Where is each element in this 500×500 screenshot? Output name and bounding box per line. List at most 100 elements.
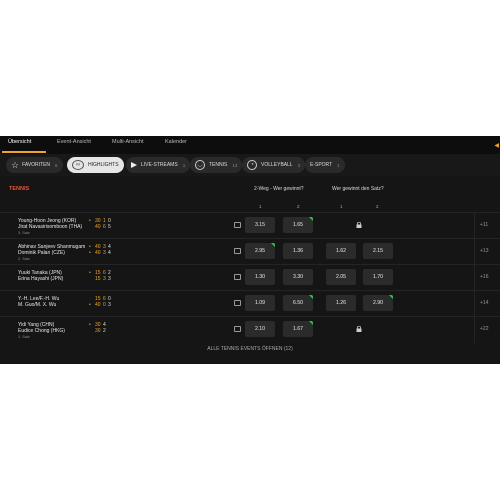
filter-count: 1	[337, 162, 340, 168]
match-row[interactable]: Young-Hoon Jeong (KOR) Jirat Navasirisom…	[0, 212, 500, 239]
statistics-icon[interactable]	[234, 326, 241, 332]
top-tab-bar: Übersicht Event-Ansicht Multi-Ansicht Ka…	[0, 136, 500, 154]
betting-app: Übersicht Event-Ansicht Multi-Ansicht Ka…	[0, 136, 500, 364]
odds-button[interactable]: 3.30	[283, 269, 313, 285]
filter-count: 6	[55, 162, 58, 168]
odds-button[interactable]: 1.36	[283, 243, 313, 259]
lock-icon	[356, 222, 362, 228]
statistics-icon[interactable]	[234, 300, 241, 306]
highlights-icon: ∞	[72, 160, 84, 170]
odds-button[interactable]: 1.30	[245, 269, 275, 285]
game-score: 4	[108, 250, 111, 256]
star-icon: ☆	[11, 159, 20, 170]
more-markets-link[interactable]: +14	[480, 300, 488, 306]
odds-up-icon	[309, 321, 313, 325]
filter-esport[interactable]: E-SPORT 1	[305, 157, 345, 173]
odds-up-icon	[389, 295, 393, 299]
player-2-name: Dominik Palan (CZE)	[18, 250, 65, 256]
match-row[interactable]: Yuuki Tanaka (JPN) Erina Hayashi (JPN) •…	[0, 264, 500, 291]
set-status: 3. Satz	[18, 231, 30, 235]
odds-button[interactable]: 1.65	[283, 217, 313, 233]
serve-indicator: •	[89, 250, 91, 256]
statistics-icon[interactable]	[234, 222, 241, 228]
filter-live-streams[interactable]: LIVE-STREAMS 1	[126, 157, 191, 173]
more-markets-link[interactable]: +13	[480, 248, 488, 254]
divider	[474, 239, 475, 265]
odds-button[interactable]: 2.10	[245, 321, 275, 337]
odds-button[interactable]: 3.15	[245, 217, 275, 233]
market-title-match: 2-Weg - Wer gewinnt?	[254, 186, 304, 192]
match-row[interactable]: Abhinav Sanjeev Shanmugam Dominik Palan …	[0, 238, 500, 265]
player-2-name: M. Guo/M. X. Wu	[18, 302, 57, 308]
set-score: 3	[103, 250, 106, 256]
game-score: 5	[108, 224, 111, 230]
serve-indicator: •	[89, 302, 91, 308]
filter-volleyball[interactable]: ◔ VOLLEYBALL 3	[242, 157, 306, 173]
filter-label: HIGHLIGHTS	[88, 162, 119, 168]
game-score: 3	[108, 302, 111, 308]
filter-label: VOLLEYBALL	[261, 162, 293, 168]
odds-button[interactable]: 2.15	[363, 243, 393, 259]
more-markets-link[interactable]: +11	[480, 222, 488, 228]
col-label: 1	[340, 204, 343, 209]
odds-up-icon	[271, 243, 275, 247]
filter-tennis[interactable]: ◡ TENNIS 13	[190, 157, 243, 173]
tab-calendar[interactable]: Kalender	[165, 139, 187, 145]
set-status: 1. Satz	[18, 335, 30, 339]
open-all-tennis-events-link[interactable]: ALLE TENNIS EVENTS ÖFFNEN (12)	[0, 346, 500, 352]
points-score: 30	[95, 328, 101, 334]
match-row[interactable]: Yidi Yang (CHN) Eudice Chong (HKG) 1. Sa…	[0, 316, 500, 343]
volleyball-icon: ◔	[247, 160, 257, 170]
col-label: 2	[376, 204, 379, 209]
points-score: 40	[95, 250, 101, 256]
serve-indicator: •	[89, 270, 91, 276]
odds-button[interactable]: 2.05	[326, 269, 356, 285]
player-2-name: Eudice Chong (HKG)	[18, 328, 65, 334]
odds-button[interactable]: 1.67	[283, 321, 313, 337]
set-score: 3	[103, 276, 106, 282]
filter-highlights[interactable]: ∞ HIGHLIGHTS	[67, 157, 124, 173]
odds-up-icon	[309, 295, 313, 299]
odds-button[interactable]: 1.26	[326, 295, 356, 311]
serve-indicator: •	[89, 322, 91, 328]
col-label: 1	[259, 204, 262, 209]
filter-label: TENNIS	[209, 162, 228, 168]
divider	[474, 317, 475, 343]
statistics-icon[interactable]	[234, 274, 241, 280]
filter-favorites[interactable]: ☆ FAVORITEN 6	[6, 157, 63, 173]
odds-button[interactable]: 1.09	[245, 295, 275, 311]
serve-indicator: •	[89, 218, 91, 224]
filter-count: 1	[182, 162, 186, 168]
col-label: 2	[297, 204, 300, 209]
odds-button[interactable]: 2.90	[363, 295, 393, 311]
sport-title: TENNIS	[9, 186, 30, 192]
player-2-name: Jirat Navasirisomboon (THA)	[18, 224, 83, 230]
filter-label: LIVE-STREAMS	[141, 162, 178, 168]
tab-event-view[interactable]: Event-Ansicht	[57, 139, 91, 145]
set-status: 2. Satz	[18, 257, 30, 261]
match-row[interactable]: Y.-H. Lee/F.-H. Wu M. Guo/M. X. Wu • 15 …	[0, 290, 500, 317]
more-markets-link[interactable]: +22	[480, 326, 488, 332]
lock-icon	[356, 326, 362, 332]
filter-label: E-SPORT	[310, 162, 333, 168]
set-score: 6	[103, 224, 106, 230]
points-score: 40	[95, 224, 101, 230]
tab-multi-view[interactable]: Multi-Ansicht	[112, 139, 143, 145]
tab-overview[interactable]: Übersicht	[8, 139, 31, 145]
game-score: 3	[108, 276, 111, 282]
filter-count: 3	[297, 162, 301, 168]
market-title-set: Wer gewinnt den Satz?	[332, 186, 384, 192]
statistics-icon[interactable]	[234, 248, 241, 254]
odds-button[interactable]: 6.50	[283, 295, 313, 311]
odds-button[interactable]: 2.95	[245, 243, 275, 259]
odds-button[interactable]: 1.62	[326, 243, 356, 259]
points-score: 15	[95, 276, 101, 282]
game-score: 2	[103, 328, 106, 334]
play-icon	[131, 162, 137, 168]
odds-button[interactable]: 1.70	[363, 269, 393, 285]
divider	[474, 291, 475, 317]
collapse-icon[interactable]: ◀	[494, 142, 499, 149]
more-markets-link[interactable]: +16	[480, 274, 488, 280]
set-score: 0	[103, 302, 106, 308]
active-tab-indicator	[2, 151, 46, 153]
